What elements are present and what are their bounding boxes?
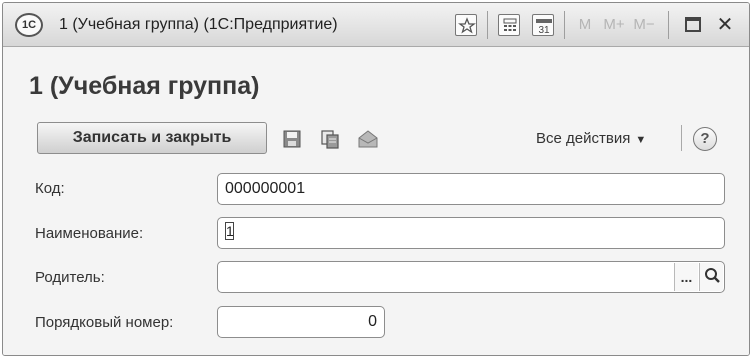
window-title: 1 (Учебная группа) (1С:Предприятие) bbox=[59, 16, 338, 33]
all-actions-label: Все действия bbox=[536, 130, 631, 147]
title-bar: 1С 1 (Учебная группа) (1С:Предприятие) 3… bbox=[3, 3, 749, 47]
parent-field[interactable]: ... bbox=[217, 261, 725, 293]
order-number-label: Порядковый номер: bbox=[35, 314, 174, 331]
chevron-down-icon: ▼ bbox=[635, 134, 647, 146]
name-label: Наименование: bbox=[35, 225, 144, 242]
save-and-close-button[interactable]: Записать и закрыть bbox=[37, 122, 267, 154]
name-field[interactable]: 1 bbox=[217, 217, 725, 249]
bookmark-icon[interactable] bbox=[455, 14, 477, 36]
close-button[interactable]: ✕ bbox=[713, 12, 737, 38]
save-icon[interactable] bbox=[281, 128, 303, 150]
search-icon[interactable] bbox=[699, 263, 723, 291]
toolbar-separator bbox=[487, 11, 488, 39]
page-title: 1 (Учебная группа) bbox=[29, 72, 260, 100]
select-button[interactable]: ... bbox=[674, 263, 698, 291]
code-value: 000000001 bbox=[225, 180, 306, 197]
app-logo-icon[interactable]: 1С bbox=[15, 13, 43, 37]
name-value: 1 bbox=[225, 222, 234, 241]
calculator-icon[interactable] bbox=[498, 14, 520, 36]
help-icon[interactable]: ? bbox=[693, 127, 717, 151]
form-content: 1 (Учебная группа) Записать и закрыть Вс… bbox=[3, 48, 749, 355]
command-separator bbox=[681, 125, 682, 151]
maximize-icon[interactable] bbox=[685, 17, 701, 32]
toolbar-separator bbox=[564, 11, 565, 39]
form-window: 1С 1 (Учебная группа) (1С:Предприятие) 3… bbox=[2, 2, 750, 356]
toolbar-separator bbox=[668, 11, 669, 39]
order-number-field[interactable]: 0 bbox=[217, 306, 385, 338]
memory-m-button[interactable]: M bbox=[576, 12, 594, 38]
copy-icon[interactable] bbox=[319, 128, 341, 150]
code-label: Код: bbox=[35, 180, 65, 197]
parent-label: Родитель: bbox=[35, 269, 105, 286]
calendar-day-text: 31 bbox=[538, 25, 550, 36]
all-actions-menu[interactable]: Все действия ▼ bbox=[536, 130, 646, 147]
order-number-value: 0 bbox=[368, 313, 377, 330]
calendar-icon[interactable]: 31 bbox=[532, 14, 554, 36]
envelope-icon[interactable] bbox=[357, 128, 379, 150]
memory-plus-button[interactable]: M+ bbox=[601, 12, 627, 38]
code-field[interactable]: 000000001 bbox=[217, 173, 725, 205]
parent-value bbox=[218, 268, 225, 285]
memory-minus-button[interactable]: M− bbox=[631, 12, 657, 38]
